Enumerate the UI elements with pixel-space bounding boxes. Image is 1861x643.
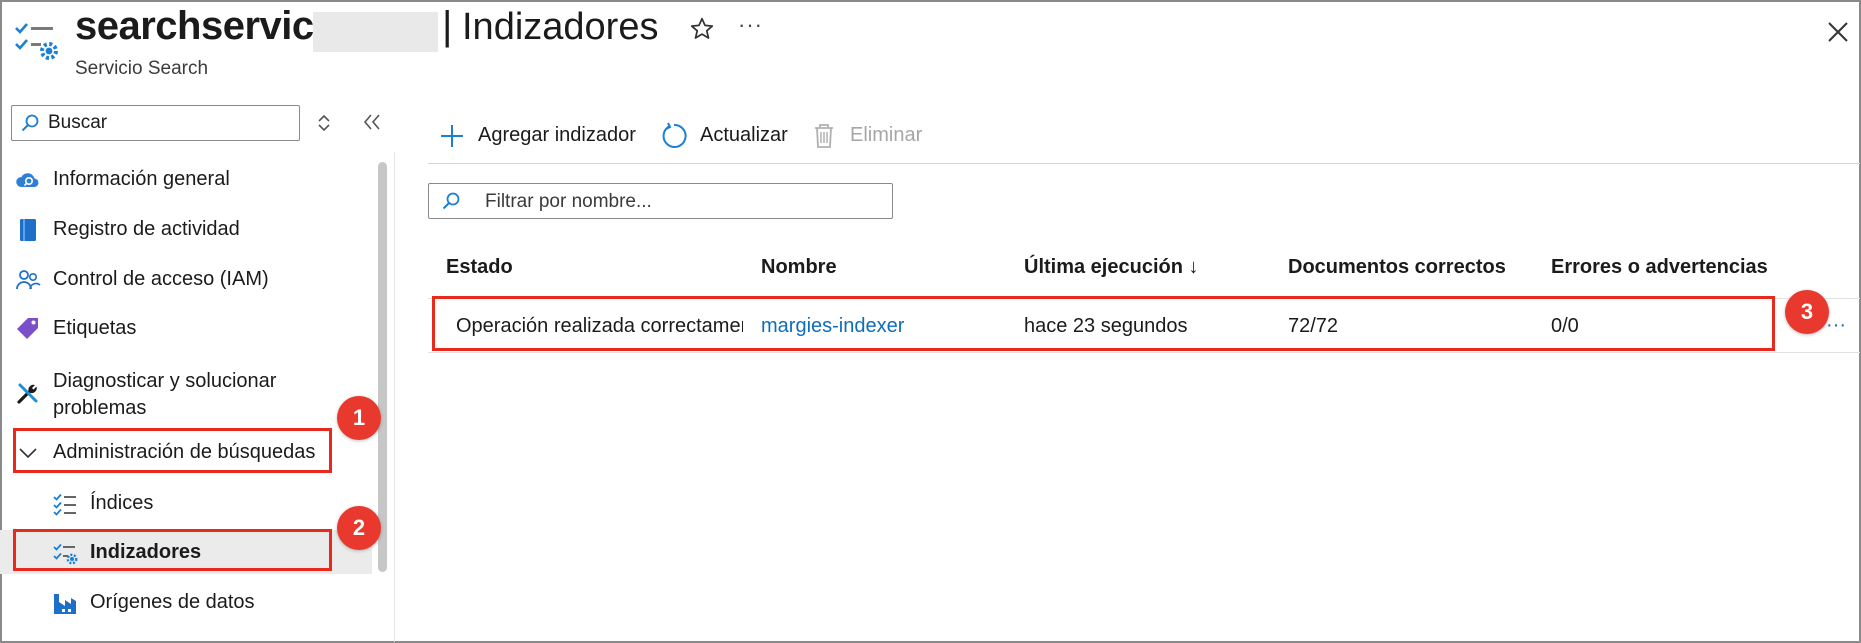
star-icon[interactable]: [689, 16, 715, 42]
redacted-block: [313, 12, 438, 52]
delete-label: Eliminar: [850, 124, 923, 146]
activity-log-icon: [20, 219, 36, 241]
close-icon[interactable]: [1826, 20, 1850, 44]
search-service-icon: [15, 23, 58, 60]
sidebar-item-data-sources[interactable]: Orígenes de datos: [0, 580, 372, 624]
column-header-name[interactable]: Nombre: [761, 256, 837, 279]
sidebar-item-label: Información general: [53, 168, 230, 190]
page-subtitle: Servicio Search: [75, 58, 209, 79]
refresh-button[interactable]: Actualizar: [660, 118, 790, 154]
trash-icon: [815, 124, 833, 148]
callout-box-1: [13, 428, 332, 473]
tag-icon: [17, 318, 38, 339]
search-icon: [21, 114, 39, 132]
more-options-icon[interactable]: ···: [738, 12, 763, 38]
callout-badge-3: 3: [1785, 290, 1829, 334]
column-header-docs-ok[interactable]: Documentos correctos: [1288, 256, 1506, 279]
sidebar-item-access-control[interactable]: Control de acceso (IAM): [0, 257, 372, 301]
users-icon: [16, 270, 41, 290]
sidebar-item-diagnose[interactable]: Diagnosticar y solucionar problemas: [0, 362, 372, 428]
sidebar-item-label: Control de acceso (IAM): [53, 268, 269, 290]
refresh-label: Actualizar: [700, 124, 788, 146]
search-placeholder: Buscar: [48, 112, 108, 133]
sidebar-item-indexes[interactable]: Índices: [0, 481, 372, 525]
column-header-errors[interactable]: Errores o advertencias: [1551, 256, 1768, 279]
add-indexer-label: Agregar indizador: [478, 124, 636, 146]
sidebar-search-input[interactable]: Buscar: [11, 105, 300, 141]
sidebar-item-tags[interactable]: Etiquetas: [0, 306, 372, 350]
refresh-icon: [662, 122, 687, 148]
page-title-prefix: searchservice-: [75, 4, 349, 48]
sidebar-item-label: Orígenes de datos: [90, 591, 255, 613]
callout-badge-2: 2: [337, 506, 381, 550]
title-separator: |: [442, 4, 453, 48]
collapse-sidebar-icon[interactable]: [362, 112, 382, 132]
add-indexer-button[interactable]: Agregar indizador: [438, 118, 648, 154]
search-icon: [442, 192, 460, 210]
filter-placeholder: Filtrar por nombre...: [485, 191, 652, 212]
sidebar-divider: [394, 152, 395, 642]
delete-button[interactable]: Eliminar: [810, 118, 930, 154]
column-header-last-run[interactable]: Última ejecución ↓: [1024, 256, 1199, 279]
callout-box-3: [432, 296, 1775, 351]
index-list-icon: [53, 493, 76, 516]
sidebar-item-label: Etiquetas: [53, 317, 137, 339]
table-row-divider: [428, 352, 1860, 353]
sidebar-item-activity-log[interactable]: Registro de actividad: [0, 207, 372, 251]
page-title: Indizadores: [462, 6, 659, 48]
filter-by-name-input[interactable]: Filtrar por nombre...: [428, 183, 893, 219]
callout-box-2: [13, 529, 332, 571]
toolbar-divider: [428, 163, 1860, 164]
sidebar-item-label: Índices: [90, 492, 154, 514]
sidebar-item-overview[interactable]: Información general: [0, 157, 372, 201]
wrench-icon: [17, 383, 38, 404]
plus-icon: [441, 125, 463, 147]
sort-updown-icon[interactable]: [316, 112, 332, 134]
row-more-options-icon[interactable]: ···: [1826, 314, 1846, 337]
cloud-search-icon: [16, 173, 39, 187]
sidebar-item-label: Diagnosticar y solucionar problemas: [53, 370, 277, 419]
data-source-icon: [54, 594, 76, 614]
sidebar-item-label: Registro de actividad: [53, 218, 240, 240]
column-header-status[interactable]: Estado: [446, 256, 513, 279]
callout-badge-1: 1: [337, 396, 381, 440]
sidebar-scrollbar[interactable]: [378, 162, 387, 572]
